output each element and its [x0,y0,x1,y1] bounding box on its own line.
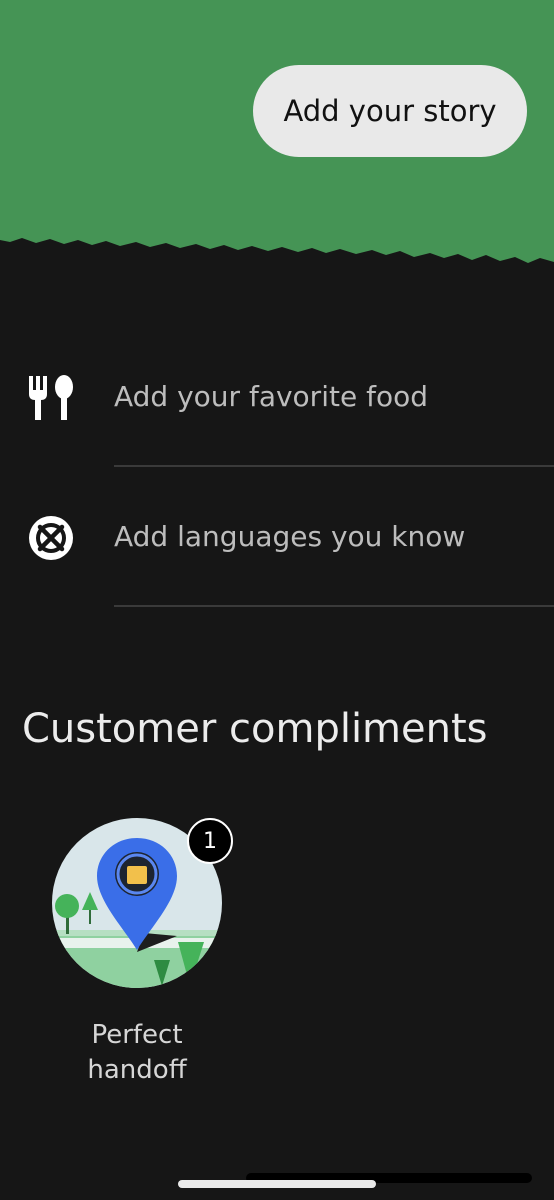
fork-spoon-icon [27,374,75,422]
languages-row[interactable]: Add languages you know [0,467,554,607]
favorite-food-label: Add your favorite food [114,380,428,413]
add-story-label: Add your story [283,94,497,128]
add-story-button[interactable]: Add your story [253,65,527,157]
compliment-caption-line2: handoff [87,1055,187,1085]
customer-compliments-title: Customer compliments [22,706,488,752]
compliment-perfect-handoff[interactable]: 1 Perfect handoff [44,814,244,1104]
compliment-caption: Perfect handoff [44,1018,230,1088]
globe-crossed-icon [27,514,75,562]
compliment-caption-line1: Perfect [91,1020,183,1050]
header-banner: Add your story [0,0,554,270]
home-indicator[interactable] [178,1180,376,1188]
favorite-food-row[interactable]: Add your favorite food [0,327,554,467]
compliment-count-badge: 1 [187,818,233,864]
row-divider [114,605,554,607]
profile-screen: Add your story Add your favorite food Ad… [0,0,554,1200]
languages-label: Add languages you know [114,520,466,553]
